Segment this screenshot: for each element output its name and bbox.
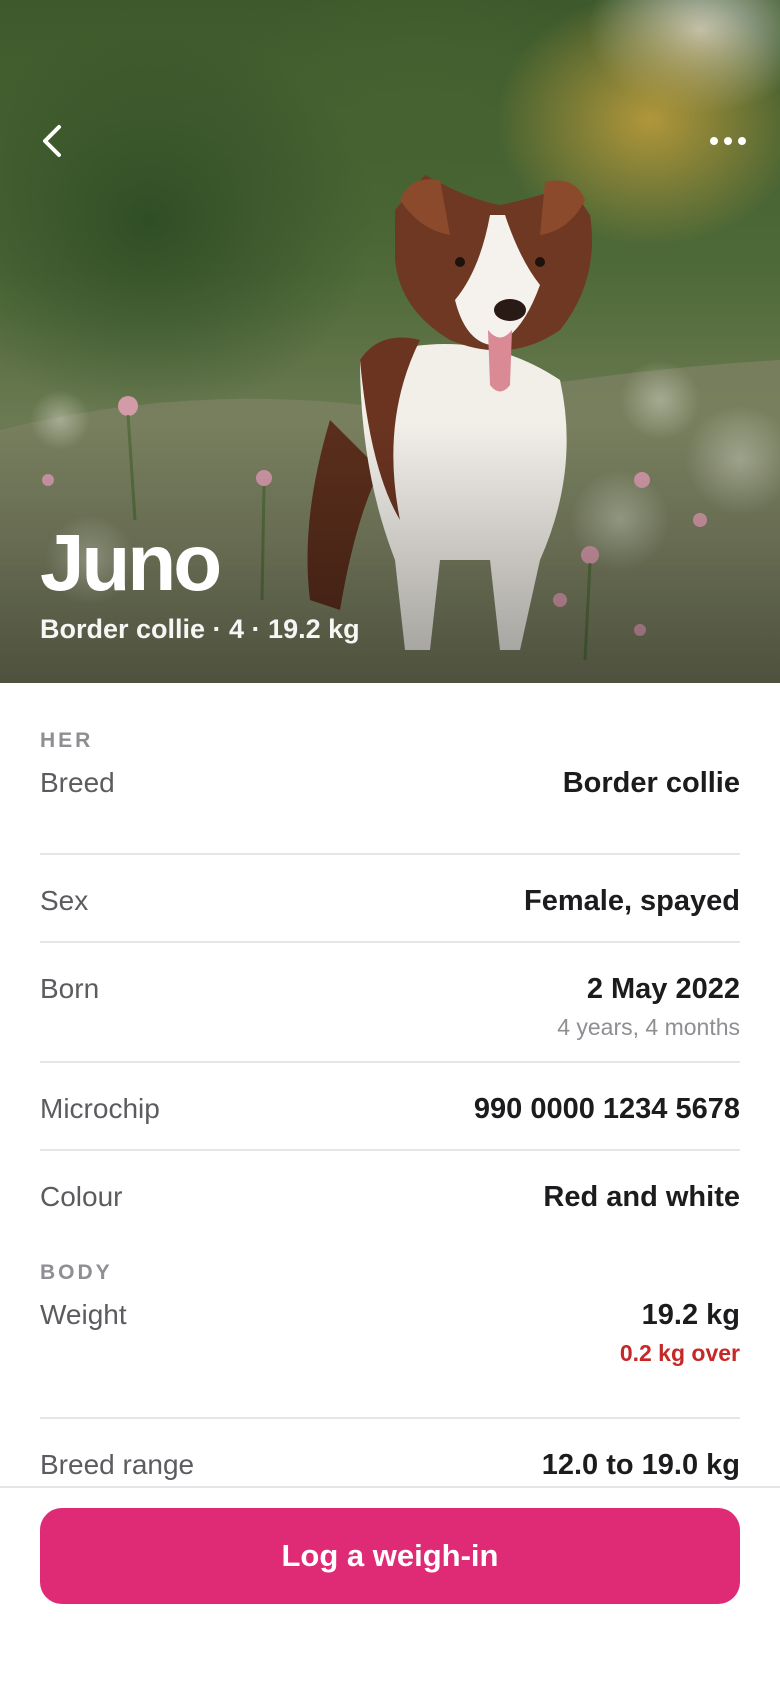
sex-label: Sex — [40, 885, 89, 916]
more-button[interactable] — [700, 113, 756, 169]
colour-label: Colour — [40, 1181, 123, 1212]
breed-range-value: 12.0 to 19.0 kg — [541, 1449, 740, 1481]
breed-label: Breed — [40, 767, 115, 798]
hero-photo: Juno Border collie · 4 · 19.2 kg — [0, 0, 780, 683]
pet-summary: Border collie · 4 · 19.2 kg — [40, 614, 360, 644]
section-title-her: HER — [40, 729, 94, 752]
row-breed: Breed Border collie — [40, 767, 740, 855]
row-microchip: Microchip 990 0000 1234 5678 — [40, 1063, 740, 1151]
born-label: Born — [40, 973, 100, 1004]
row-weight: Weight 19.2 kg 0.2 kg over — [40, 1299, 740, 1419]
profile-details: HER Breed Border collie Sex Female, spay… — [40, 683, 740, 1507]
weight-value: 19.2 kg — [641, 1299, 740, 1331]
microchip-label: Microchip — [40, 1093, 160, 1124]
born-age: 4 years, 4 months — [557, 1014, 740, 1040]
microchip-value: 990 0000 1234 5678 — [473, 1093, 740, 1125]
row-colour: Colour Red and white — [40, 1151, 740, 1239]
more-horizontal-icon — [710, 137, 746, 145]
section-title-body: BODY — [40, 1261, 113, 1284]
breed-value: Border collie — [562, 767, 740, 799]
bottom-action-bar: Log a weigh-in — [0, 1486, 780, 1688]
pet-name: Juno — [40, 518, 222, 607]
born-value: 2 May 2022 — [586, 973, 740, 1005]
back-button[interactable] — [24, 113, 80, 169]
breed-range-label: Breed range — [40, 1449, 195, 1480]
log-weigh-in-button[interactable]: Log a weigh-in — [40, 1508, 740, 1604]
colour-value: Red and white — [543, 1181, 740, 1213]
sex-value: Female, spayed — [524, 885, 740, 917]
weight-label: Weight — [40, 1299, 127, 1330]
row-born: Born 2 May 2022 4 years, 4 months — [40, 943, 740, 1063]
row-sex: Sex Female, spayed — [40, 855, 740, 943]
body-section: Weight 19.2 kg 0.2 kg over Breed range 1… — [40, 1299, 740, 1507]
chevron-left-icon — [43, 125, 61, 157]
weight-over-note: 0.2 kg over — [619, 1340, 740, 1366]
her-section: Breed Border collie Sex Female, spayed B… — [40, 767, 740, 1239]
